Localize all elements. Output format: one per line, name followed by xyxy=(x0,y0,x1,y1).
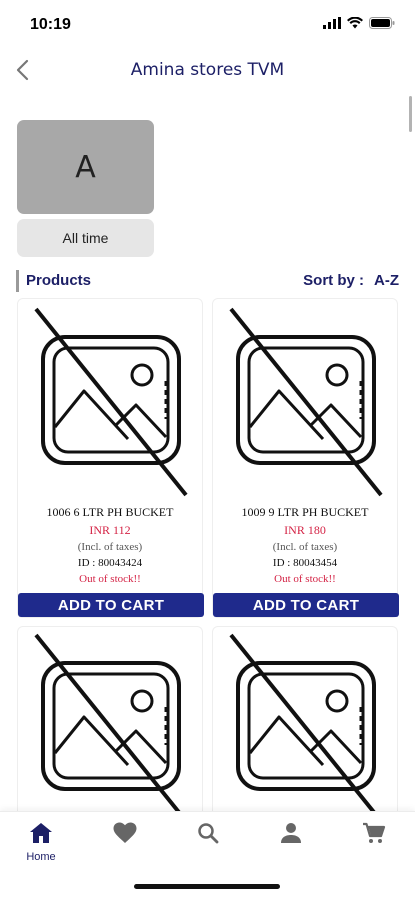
status-icons xyxy=(323,16,395,34)
navigation-bar: Amina stores TVM xyxy=(0,50,415,94)
status-bar: 10:19 xyxy=(0,0,415,50)
sort-control[interactable]: Sort by : A-Z xyxy=(303,272,399,289)
time-filter-button[interactable]: All time xyxy=(17,219,154,257)
product-price: INR 180 xyxy=(284,523,326,537)
home-icon xyxy=(29,822,53,849)
product-card[interactable]: 1009 9 LTR PH BUCKET INR 180 (Incl. of t… xyxy=(212,298,399,618)
product-card[interactable] xyxy=(17,626,203,826)
heart-icon xyxy=(113,822,137,849)
signal-icon xyxy=(323,16,341,34)
page-title: Amina stores TVM xyxy=(130,60,285,80)
add-to-cart-button[interactable]: ADD TO CART xyxy=(213,593,399,617)
store-avatar: A xyxy=(17,120,154,214)
product-name: 1006 6 LTR PH BUCKET xyxy=(46,505,174,519)
stock-status: Out of stock!! xyxy=(79,573,141,585)
tax-note: (Incl. of taxes) xyxy=(77,541,143,553)
battery-icon xyxy=(369,16,395,34)
products-title: Products xyxy=(26,272,92,289)
image-placeholder-icon xyxy=(213,627,399,827)
status-time: 10:19 xyxy=(30,16,71,33)
sort-label: Sort by : xyxy=(303,272,364,289)
sort-value[interactable]: A-Z xyxy=(374,272,399,289)
stock-status: Out of stock!! xyxy=(274,573,336,585)
product-id: ID : 80043454 xyxy=(272,557,338,569)
cart-icon xyxy=(362,822,386,849)
tab-search[interactable] xyxy=(178,822,238,872)
tab-cart[interactable] xyxy=(344,822,404,872)
scroll-indicator[interactable] xyxy=(409,96,412,132)
image-placeholder-icon xyxy=(18,299,204,499)
home-indicator xyxy=(134,884,280,889)
product-card[interactable] xyxy=(212,626,398,826)
product-card[interactable]: 1006 6 LTR PH BUCKET INR 112 (Incl. of t… xyxy=(17,298,204,618)
product-price: INR 112 xyxy=(89,523,131,537)
person-icon xyxy=(280,822,302,849)
tab-home-label: Home xyxy=(26,851,56,863)
tab-favorites[interactable] xyxy=(95,822,155,872)
tab-profile[interactable] xyxy=(261,822,321,872)
product-name: 1009 9 LTR PH BUCKET xyxy=(241,505,369,519)
tab-home[interactable]: Home xyxy=(11,822,71,872)
image-placeholder-icon xyxy=(213,299,399,499)
search-icon xyxy=(197,822,219,849)
wifi-icon xyxy=(347,16,363,34)
section-accent-bar xyxy=(16,270,19,292)
add-to-cart-button[interactable]: ADD TO CART xyxy=(18,593,204,617)
tax-note: (Incl. of taxes) xyxy=(272,541,338,553)
products-header: Products Sort by : A-Z xyxy=(16,270,399,292)
image-placeholder-icon xyxy=(18,627,204,827)
product-id: ID : 80043424 xyxy=(77,557,143,569)
